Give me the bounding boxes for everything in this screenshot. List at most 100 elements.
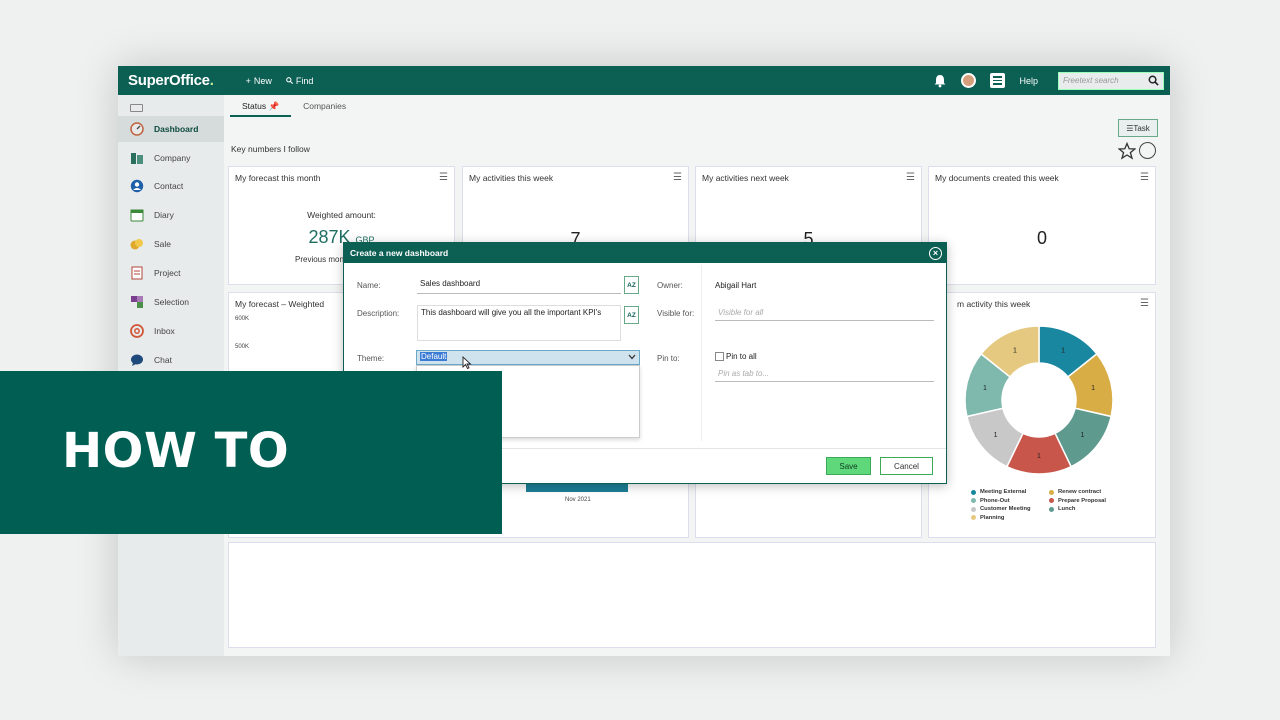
tab-companies[interactable]: Companies [291, 95, 358, 117]
refresh-icon[interactable] [1139, 142, 1156, 159]
mouse-cursor-icon [462, 356, 472, 369]
y-tick-label: 500K [235, 344, 250, 350]
card-menu-icon[interactable]: ☰ [439, 172, 448, 183]
diary-icon [130, 209, 144, 222]
chat-icon [131, 354, 143, 366]
legend-swatch [1049, 498, 1054, 503]
card-title: My forecast – Weighted [235, 299, 325, 309]
sidebar-item-contact[interactable]: Contact [118, 173, 224, 199]
donut-slice-label: 1 [1061, 347, 1065, 354]
legend-item: Phone-Out [971, 498, 1010, 504]
name-label: Name: [357, 281, 381, 290]
new-button[interactable]: + New [246, 76, 272, 86]
sidebar-item-inbox[interactable]: Inbox [118, 318, 224, 344]
activity-donut-chart: 1 1 1 1 1 1 1 [965, 325, 1113, 475]
legend-label: Planning [980, 514, 1005, 521]
search-icon[interactable] [1148, 75, 1159, 86]
user-avatar[interactable] [961, 73, 977, 88]
legend-item: Renew contract [1049, 489, 1101, 495]
donut-slice-label: 1 [994, 432, 998, 439]
help-link[interactable]: Help [1019, 76, 1038, 86]
donut-slice-label: 1 [1013, 347, 1017, 354]
project-icon [131, 266, 143, 280]
company-icon [131, 153, 143, 164]
card-title: My activities next week [702, 173, 789, 183]
dashboard-tabs: Status 📌 Companies [230, 95, 358, 117]
menu-icon[interactable] [990, 73, 1006, 88]
visible-for-field[interactable]: Visible for all [715, 306, 934, 321]
top-bar: SuperOffice. + New Find Help Freetext sea… [118, 66, 1170, 95]
donut-slice-label: 1 [1037, 453, 1041, 460]
column-divider [701, 265, 702, 441]
card-menu-icon[interactable]: ☰ [1140, 172, 1149, 183]
pin-to-label: Pin to: [657, 354, 680, 363]
card-menu-icon[interactable]: ☰ [906, 172, 915, 183]
plus-icon: + [245, 75, 251, 86]
legend-swatch [971, 489, 976, 495]
legend-label: Phone-Out [980, 497, 1010, 504]
card-menu-icon[interactable]: ☰ [673, 172, 682, 183]
sidebar-item-diary[interactable]: Diary [118, 202, 224, 228]
legend-label: Lunch [1058, 506, 1076, 512]
dashboard-icon [130, 122, 144, 136]
sidebar-item-company[interactable]: Company [118, 145, 224, 171]
list-icon: ☰ [1126, 123, 1134, 133]
sidebar-toggle-icon[interactable] [130, 104, 143, 112]
sale-icon [130, 239, 143, 250]
app-logo[interactable]: SuperOffice. [128, 72, 214, 89]
dialog-title: Create a new dashboard [350, 248, 449, 258]
sidebar-item-dashboard[interactable]: Dashboard [118, 116, 224, 142]
how-to-banner: HOW TO [0, 371, 502, 534]
pin-as-tab-field[interactable]: Pin as tab to... [715, 367, 934, 382]
donut-slice-label: 1 [983, 385, 987, 392]
theme-select[interactable]: Default [416, 350, 640, 365]
legend-item: Lunch [1049, 506, 1075, 512]
cancel-button[interactable]: Cancel [880, 457, 933, 475]
find-button[interactable]: Find [286, 76, 313, 86]
y-tick-label: 600K [235, 316, 250, 322]
description-label: Description: [357, 309, 400, 318]
task-button[interactable]: ☰ Task [1118, 119, 1158, 137]
close-icon[interactable]: × [929, 246, 942, 260]
sidebar-item-chat[interactable]: Chat [118, 347, 224, 373]
legend-swatch [971, 515, 976, 520]
documents-value: 0 [1036, 228, 1047, 248]
bell-icon[interactable] [933, 74, 947, 88]
legend-item: Meeting External [971, 489, 1026, 495]
legend-label: Renew contract [1058, 489, 1102, 495]
pin-to-all-option[interactable]: Pin to all [715, 352, 757, 361]
az-button[interactable]: AZ [624, 306, 639, 324]
bottom-card [228, 542, 1156, 648]
legend-swatch [1049, 506, 1054, 512]
star-icon[interactable] [1118, 142, 1136, 160]
inbox-icon [130, 324, 144, 338]
legend-item: Customer Meeting [971, 506, 1031, 512]
card-menu-icon[interactable]: ☰ [1140, 298, 1149, 309]
owner-value[interactable]: Abigail Hart [715, 281, 756, 290]
weighted-amount-label: Weighted amount: [307, 210, 376, 220]
sidebar-item-selection[interactable]: Selection [118, 289, 224, 315]
save-button[interactable]: Save [826, 457, 871, 475]
chevron-down-icon [628, 354, 636, 360]
sidebar-item-sale[interactable]: Sale [118, 231, 224, 257]
donut-slice-label: 1 [1091, 385, 1095, 392]
description-field[interactable]: This dashboard will give you all the imp… [417, 305, 621, 341]
legend-item: Prepare Proposal [1049, 498, 1106, 504]
owner-label: Owner: [657, 281, 683, 290]
az-button[interactable]: AZ [624, 276, 639, 294]
selection-icon [131, 296, 143, 308]
legend-label: Prepare Proposal [1058, 497, 1107, 504]
freetext-search-input[interactable]: Freetext search [1058, 71, 1164, 90]
legend-label: Customer Meeting [980, 506, 1031, 512]
legend-swatch [971, 498, 976, 503]
x-axis-label: Nov 2021 [565, 497, 591, 503]
pin-to-all-checkbox[interactable] [715, 352, 724, 361]
name-field[interactable]: Sales dashboard [417, 277, 621, 294]
card-title: My forecast this month [235, 173, 321, 183]
sidebar-item-project[interactable]: Project [118, 260, 224, 286]
card-title: My activities this week [469, 173, 554, 183]
documents-card: My documents created this week ☰ 0 [928, 166, 1156, 285]
donut-slice-label: 1 [1080, 432, 1084, 439]
tab-status[interactable]: Status 📌 [230, 95, 292, 117]
contact-icon [130, 179, 144, 193]
